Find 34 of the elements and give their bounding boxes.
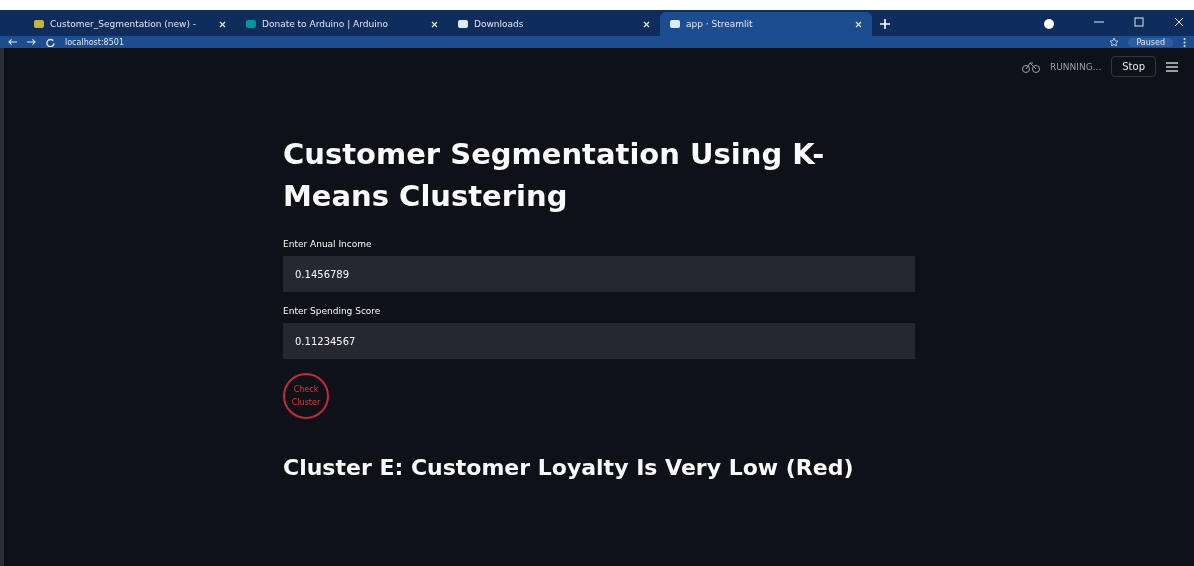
back-icon[interactable]: [8, 38, 17, 46]
close-icon[interactable]: [1174, 17, 1184, 27]
field-label: Enter Anual Income: [283, 239, 373, 249]
forward-icon[interactable]: [27, 38, 36, 46]
bicycle-icon: [1022, 60, 1040, 73]
plus-icon[interactable]: [880, 19, 890, 29]
star-icon[interactable]: [1110, 38, 1119, 46]
browser-tab[interactable]: app · Streamlit: [660, 12, 872, 36]
profile-button[interactable]: Paused: [1128, 37, 1173, 47]
result-heading: Cluster E: Customer Loyalty Is Very Low (Red): [283, 455, 855, 480]
check-cluster-button[interactable]: Check Cluster: [283, 373, 329, 419]
tab-favicon-icon: [246, 20, 256, 28]
menu-icon[interactable]: [1166, 61, 1178, 72]
field-label: Enter Spending Score: [283, 306, 382, 316]
maximize-icon[interactable]: [1134, 17, 1144, 27]
browser-tab[interactable]: Donate to Arduino | Arduino: [236, 12, 448, 36]
stop-button[interactable]: Stop: [1111, 56, 1156, 77]
browser-tab[interactable]: Customer_Segmentation (new) -: [24, 12, 236, 36]
menu-icon[interactable]: [1183, 37, 1186, 47]
close-icon[interactable]: [855, 20, 862, 28]
close-icon[interactable]: [431, 20, 438, 28]
input-field[interactable]: 0.1456789: [283, 256, 915, 292]
profile-icon[interactable]: [1044, 19, 1054, 29]
reload-icon[interactable]: [46, 37, 55, 47]
page-title: Customer Segmentation Using K-Means Clustering: [283, 136, 826, 215]
browser-tab[interactable]: Downloads: [448, 12, 660, 36]
running-status: RUNNING...: [1050, 61, 1102, 72]
tab-favicon-icon: [34, 20, 44, 28]
close-icon[interactable]: [643, 20, 650, 28]
tab-favicon-icon: [670, 20, 680, 28]
tab-favicon-icon: [458, 20, 468, 28]
address-field[interactable]: localhost:8501: [65, 37, 124, 47]
input-field[interactable]: 0.11234567: [283, 323, 915, 359]
close-icon[interactable]: [219, 20, 226, 28]
